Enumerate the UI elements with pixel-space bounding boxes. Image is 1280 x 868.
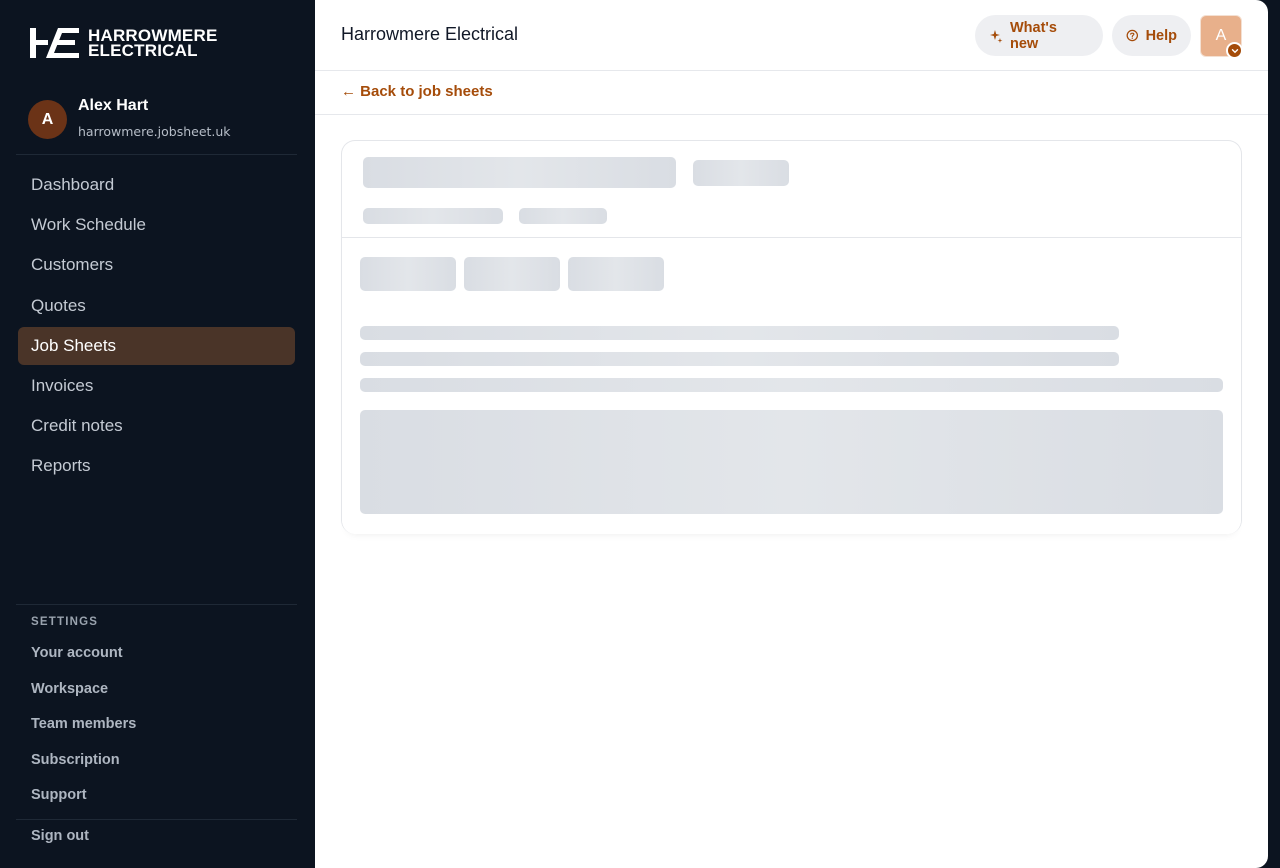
user-avatar: A [28, 100, 67, 139]
nav-item-dashboard[interactable]: Dashboard [18, 166, 295, 204]
skeleton-tab [464, 257, 560, 291]
settings-item-subscription[interactable]: Subscription [31, 750, 136, 786]
main-nav: Dashboard Work Schedule Customers Quotes… [18, 166, 295, 488]
sidebar-divider [16, 604, 297, 605]
help-circle-icon [1126, 29, 1139, 42]
help-button[interactable]: Help [1112, 15, 1191, 56]
sidebar-divider [16, 819, 297, 820]
user-name: Alex Hart [78, 97, 149, 114]
he-monogram-logo-icon [30, 28, 79, 58]
skeleton-meta [363, 208, 503, 224]
settings-heading: SETTINGS [31, 616, 99, 628]
user-profile[interactable]: A Alex Hart harrowmere.jobsheet.uk [28, 97, 231, 139]
nav-item-invoices[interactable]: Invoices [18, 367, 295, 405]
skeleton-block [360, 410, 1223, 514]
whats-new-button[interactable]: What's new [975, 15, 1103, 56]
nav-item-job-sheets[interactable]: Job Sheets [18, 326, 295, 365]
main-panel: Harrowmere Electrical What's new Help A … [315, 0, 1268, 868]
skeleton-title [363, 157, 676, 188]
skeleton-line [360, 352, 1119, 366]
settings-item-workspace[interactable]: Workspace [31, 679, 136, 715]
job-sheet-loading-card [341, 140, 1242, 534]
settings-item-support[interactable]: Support [31, 785, 136, 821]
nav-item-reports[interactable]: Reports [18, 447, 295, 485]
help-label: Help [1145, 27, 1177, 44]
skeleton-meta [519, 208, 607, 224]
skeleton-badge [693, 160, 789, 186]
skeleton-tab [360, 257, 456, 291]
skeleton-line [360, 378, 1223, 392]
sparkle-icon [989, 29, 1003, 43]
settings-item-your-account[interactable]: Your account [31, 643, 136, 679]
sidebar-divider [16, 154, 297, 155]
sidebar: HARROWMERE ELECTRICAL A Alex Hart harrow… [0, 0, 314, 868]
nav-item-work-schedule[interactable]: Work Schedule [18, 206, 295, 244]
nav-item-customers[interactable]: Customers [18, 246, 295, 284]
nav-item-credit-notes[interactable]: Credit notes [18, 407, 295, 445]
workspace-domain: harrowmere.jobsheet.uk [78, 124, 231, 139]
chevron-down-icon [1226, 42, 1243, 59]
skeleton-tab [568, 257, 664, 291]
brand-logo[interactable]: HARROWMERE ELECTRICAL [30, 27, 218, 59]
back-bar: ← Back to job sheets [315, 71, 1268, 115]
back-to-job-sheets-link[interactable]: ← Back to job sheets [341, 83, 493, 100]
card-header-skeleton [342, 141, 1241, 238]
settings-nav: Your account Workspace Team members Subs… [31, 643, 136, 821]
whats-new-label: What's new [1009, 19, 1057, 52]
sign-out-link[interactable]: Sign out [31, 828, 89, 844]
top-bar: Harrowmere Electrical What's new Help A [315, 0, 1268, 71]
account-menu-button[interactable]: A [1200, 15, 1243, 59]
page-title: Harrowmere Electrical [341, 24, 519, 44]
brand-line-2: ELECTRICAL [88, 41, 198, 60]
skeleton-line [360, 326, 1119, 340]
nav-item-quotes[interactable]: Quotes [18, 287, 295, 325]
settings-item-team-members[interactable]: Team members [31, 714, 136, 750]
card-bottom-edge [342, 514, 1241, 534]
account-avatar-initial: A [1215, 27, 1227, 44]
